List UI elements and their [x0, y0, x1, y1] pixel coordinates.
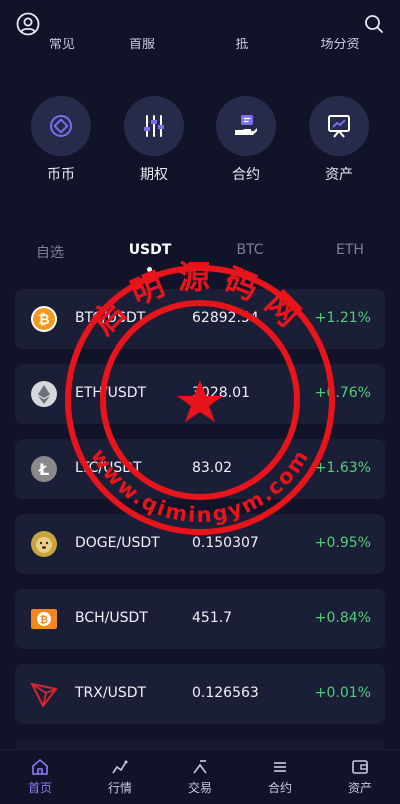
- pair-name: BCH/USDT: [75, 610, 148, 626]
- search-icon[interactable]: [364, 14, 384, 34]
- change-value: +0.95%: [314, 535, 371, 551]
- nav-contract[interactable]: 合约: [240, 758, 320, 796]
- wallet-icon: [352, 760, 368, 774]
- market-row-partial: [15, 739, 385, 749]
- pair-name: TRX/USDT: [75, 685, 147, 701]
- price-value: 0.150307: [192, 535, 259, 551]
- scrolled-label: 抵: [235, 38, 249, 52]
- price-value: 3028.01: [192, 385, 250, 401]
- quick-link-contract[interactable]: 合约: [200, 96, 292, 184]
- market-tabs: 自选 USDT BTC ETH: [0, 242, 400, 272]
- btc-icon: ₿: [31, 306, 57, 332]
- scrolled-label: 场分资: [320, 38, 360, 52]
- quick-link-label: 合约: [232, 167, 260, 183]
- tab-favorites[interactable]: 自选: [15, 242, 85, 262]
- quick-link-label: 期权: [140, 167, 168, 183]
- eth-icon: [31, 381, 57, 407]
- nav-market[interactable]: 行情: [80, 758, 160, 796]
- scrolled-label-row: 常见 首服 抵 场分资: [0, 38, 400, 52]
- market-row-trx[interactable]: TRX/USDT 0.126563 +0.01%: [15, 664, 385, 724]
- chart-board-icon: [328, 115, 350, 138]
- quick-link-label: 币币: [47, 167, 75, 183]
- market-row-btc[interactable]: ₿ BTC/USDT 62892.54 +1.21%: [15, 289, 385, 349]
- bch-icon: ₿: [31, 609, 57, 629]
- tab-eth[interactable]: ETH: [315, 242, 385, 258]
- market-row-ltc[interactable]: Ł LTC/USDT 83.02 +1.63%: [15, 439, 385, 499]
- market-row-bch[interactable]: ₿ BCH/USDT 451.7 +0.84%: [15, 589, 385, 649]
- svg-text:₿: ₿: [38, 312, 49, 328]
- quick-links: 币币 期权 合约 资产: [0, 96, 400, 196]
- nav-home[interactable]: 首页: [0, 758, 80, 796]
- scrolled-label: 常见: [48, 38, 75, 52]
- pair-name: ETH/USDT: [75, 385, 147, 401]
- contract-hand-icon: [235, 115, 257, 135]
- nav-label: 交易: [187, 781, 212, 795]
- price-value: 451.7: [192, 610, 233, 626]
- tab-usdt[interactable]: USDT: [115, 242, 185, 258]
- svg-text:₿: ₿: [40, 614, 48, 626]
- svg-text:Ł: Ł: [38, 460, 49, 479]
- change-value: +0.01%: [314, 685, 371, 701]
- nav-label: 合约: [267, 781, 292, 795]
- quick-link-assets[interactable]: 资产: [293, 96, 385, 184]
- quick-link-spot[interactable]: 币币: [15, 96, 107, 184]
- coin-swap-icon: [50, 115, 72, 137]
- scrolled-label: 首服: [128, 38, 155, 52]
- market-row-doge[interactable]: DOGE/USDT 0.150307 +0.95%: [15, 514, 385, 574]
- change-value: +0.84%: [314, 610, 371, 626]
- sliders-icon: [144, 115, 164, 137]
- change-value: +0.76%: [314, 385, 371, 401]
- market-row-eth[interactable]: ETH/USDT 3028.01 +0.76%: [15, 364, 385, 424]
- nav-label: 资产: [347, 781, 372, 795]
- change-value: +1.21%: [314, 310, 371, 326]
- doge-icon: [31, 531, 57, 557]
- quick-link-options[interactable]: 期权: [108, 96, 200, 184]
- market-chart-icon: [112, 760, 128, 774]
- nav-label: 行情: [107, 781, 132, 795]
- pair-name: BTC/USDT: [75, 310, 146, 326]
- user-avatar-icon[interactable]: [16, 12, 40, 36]
- ltc-icon: Ł: [31, 456, 57, 482]
- contract-icon: [274, 762, 286, 772]
- bottom-nav: 首页 行情 交易 合约 资产: [0, 749, 400, 804]
- tab-btc[interactable]: BTC: [215, 242, 285, 258]
- price-value: 62892.54: [192, 310, 259, 326]
- price-value: 83.02: [192, 460, 233, 476]
- price-value: 0.126563: [192, 685, 259, 701]
- nav-label: 首页: [27, 781, 52, 795]
- home-icon: [32, 758, 48, 775]
- pair-name: LTC/USDT: [75, 460, 142, 476]
- quick-link-label: 资产: [325, 167, 353, 183]
- change-value: +1.63%: [314, 460, 371, 476]
- nav-trade[interactable]: 交易: [160, 758, 240, 796]
- pair-name: DOGE/USDT: [75, 535, 160, 551]
- trx-icon: [30, 682, 58, 708]
- active-tab-indicator: [147, 267, 152, 272]
- trade-icon: [193, 760, 207, 774]
- nav-assets[interactable]: 资产: [320, 758, 400, 796]
